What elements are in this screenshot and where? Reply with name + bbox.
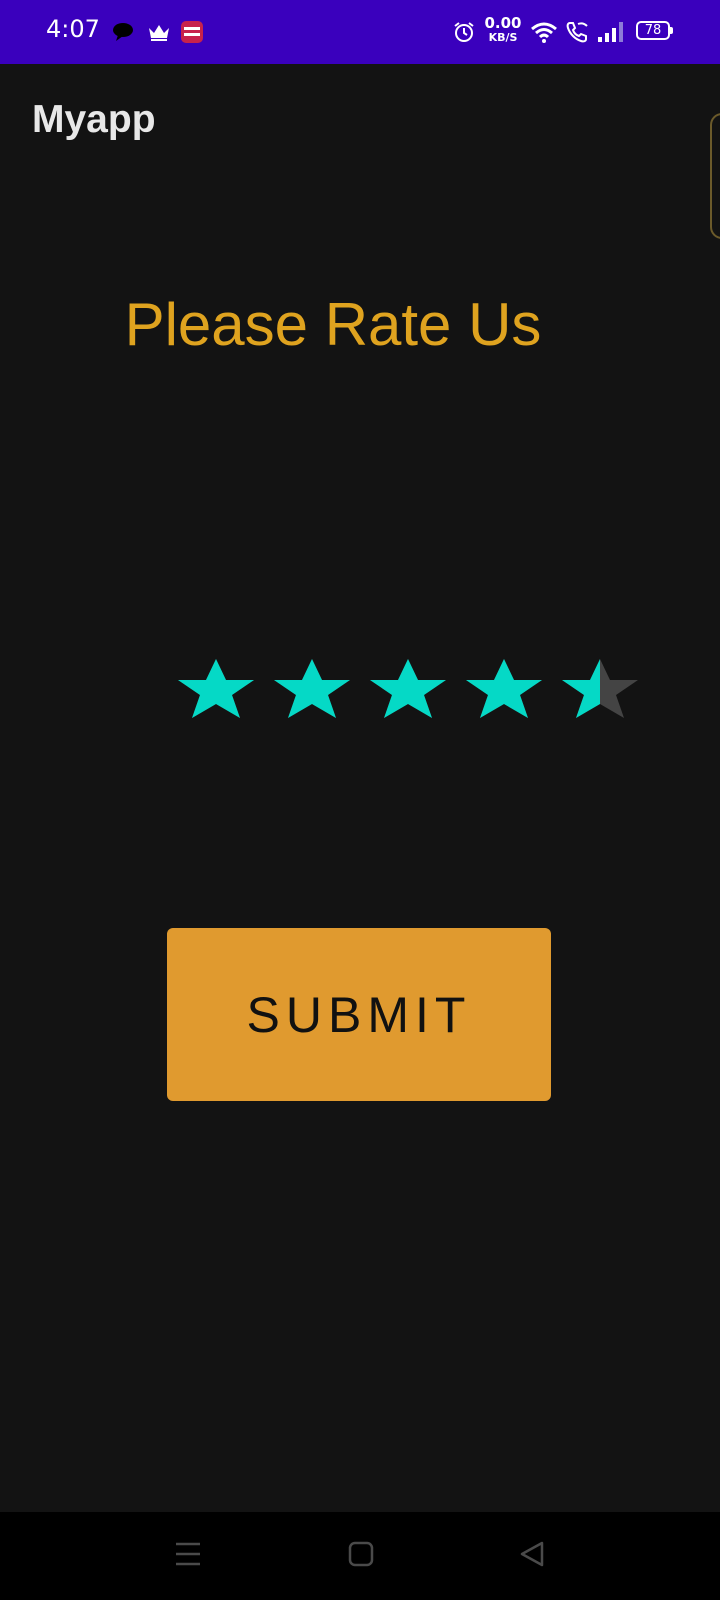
wifi-calling-icon bbox=[566, 22, 588, 43]
submit-button[interactable]: SUBMIT bbox=[167, 928, 551, 1101]
menu-icon[interactable] bbox=[174, 1540, 202, 1568]
rating-star-4[interactable] bbox=[462, 658, 546, 720]
status-bar: 4:07 0.00 KB/S 78 bbox=[0, 0, 720, 64]
status-time: 4:07 bbox=[46, 15, 100, 43]
battery-icon: 78 bbox=[636, 21, 673, 40]
rate-us-heading: Please Rate Us bbox=[124, 291, 542, 358]
submit-label: SUBMIT bbox=[246, 986, 472, 1043]
back-icon[interactable] bbox=[518, 1540, 546, 1568]
network-speed-value: 0.00 bbox=[484, 14, 522, 32]
network-speed-unit: KB/S bbox=[488, 31, 518, 44]
crown-icon bbox=[149, 25, 169, 41]
chat-bubble-icon bbox=[113, 23, 133, 41]
navigation-bar bbox=[0, 1512, 720, 1600]
rating-star-1[interactable] bbox=[174, 658, 258, 720]
network-speed: 0.00 KB/S bbox=[484, 14, 522, 44]
app-title: Myapp bbox=[32, 98, 156, 141]
cellular-signal-icon bbox=[598, 22, 623, 42]
rating-star-2[interactable] bbox=[270, 658, 354, 720]
rating-star-3[interactable] bbox=[366, 658, 450, 720]
alarm-icon bbox=[454, 22, 474, 42]
edge-panel-handle[interactable] bbox=[710, 113, 720, 239]
rating-bar[interactable] bbox=[174, 658, 654, 720]
home-icon[interactable] bbox=[347, 1540, 375, 1568]
rating-star-5[interactable] bbox=[558, 658, 642, 720]
yono-sbi-app-icon bbox=[181, 21, 203, 43]
wifi-icon bbox=[531, 22, 557, 43]
